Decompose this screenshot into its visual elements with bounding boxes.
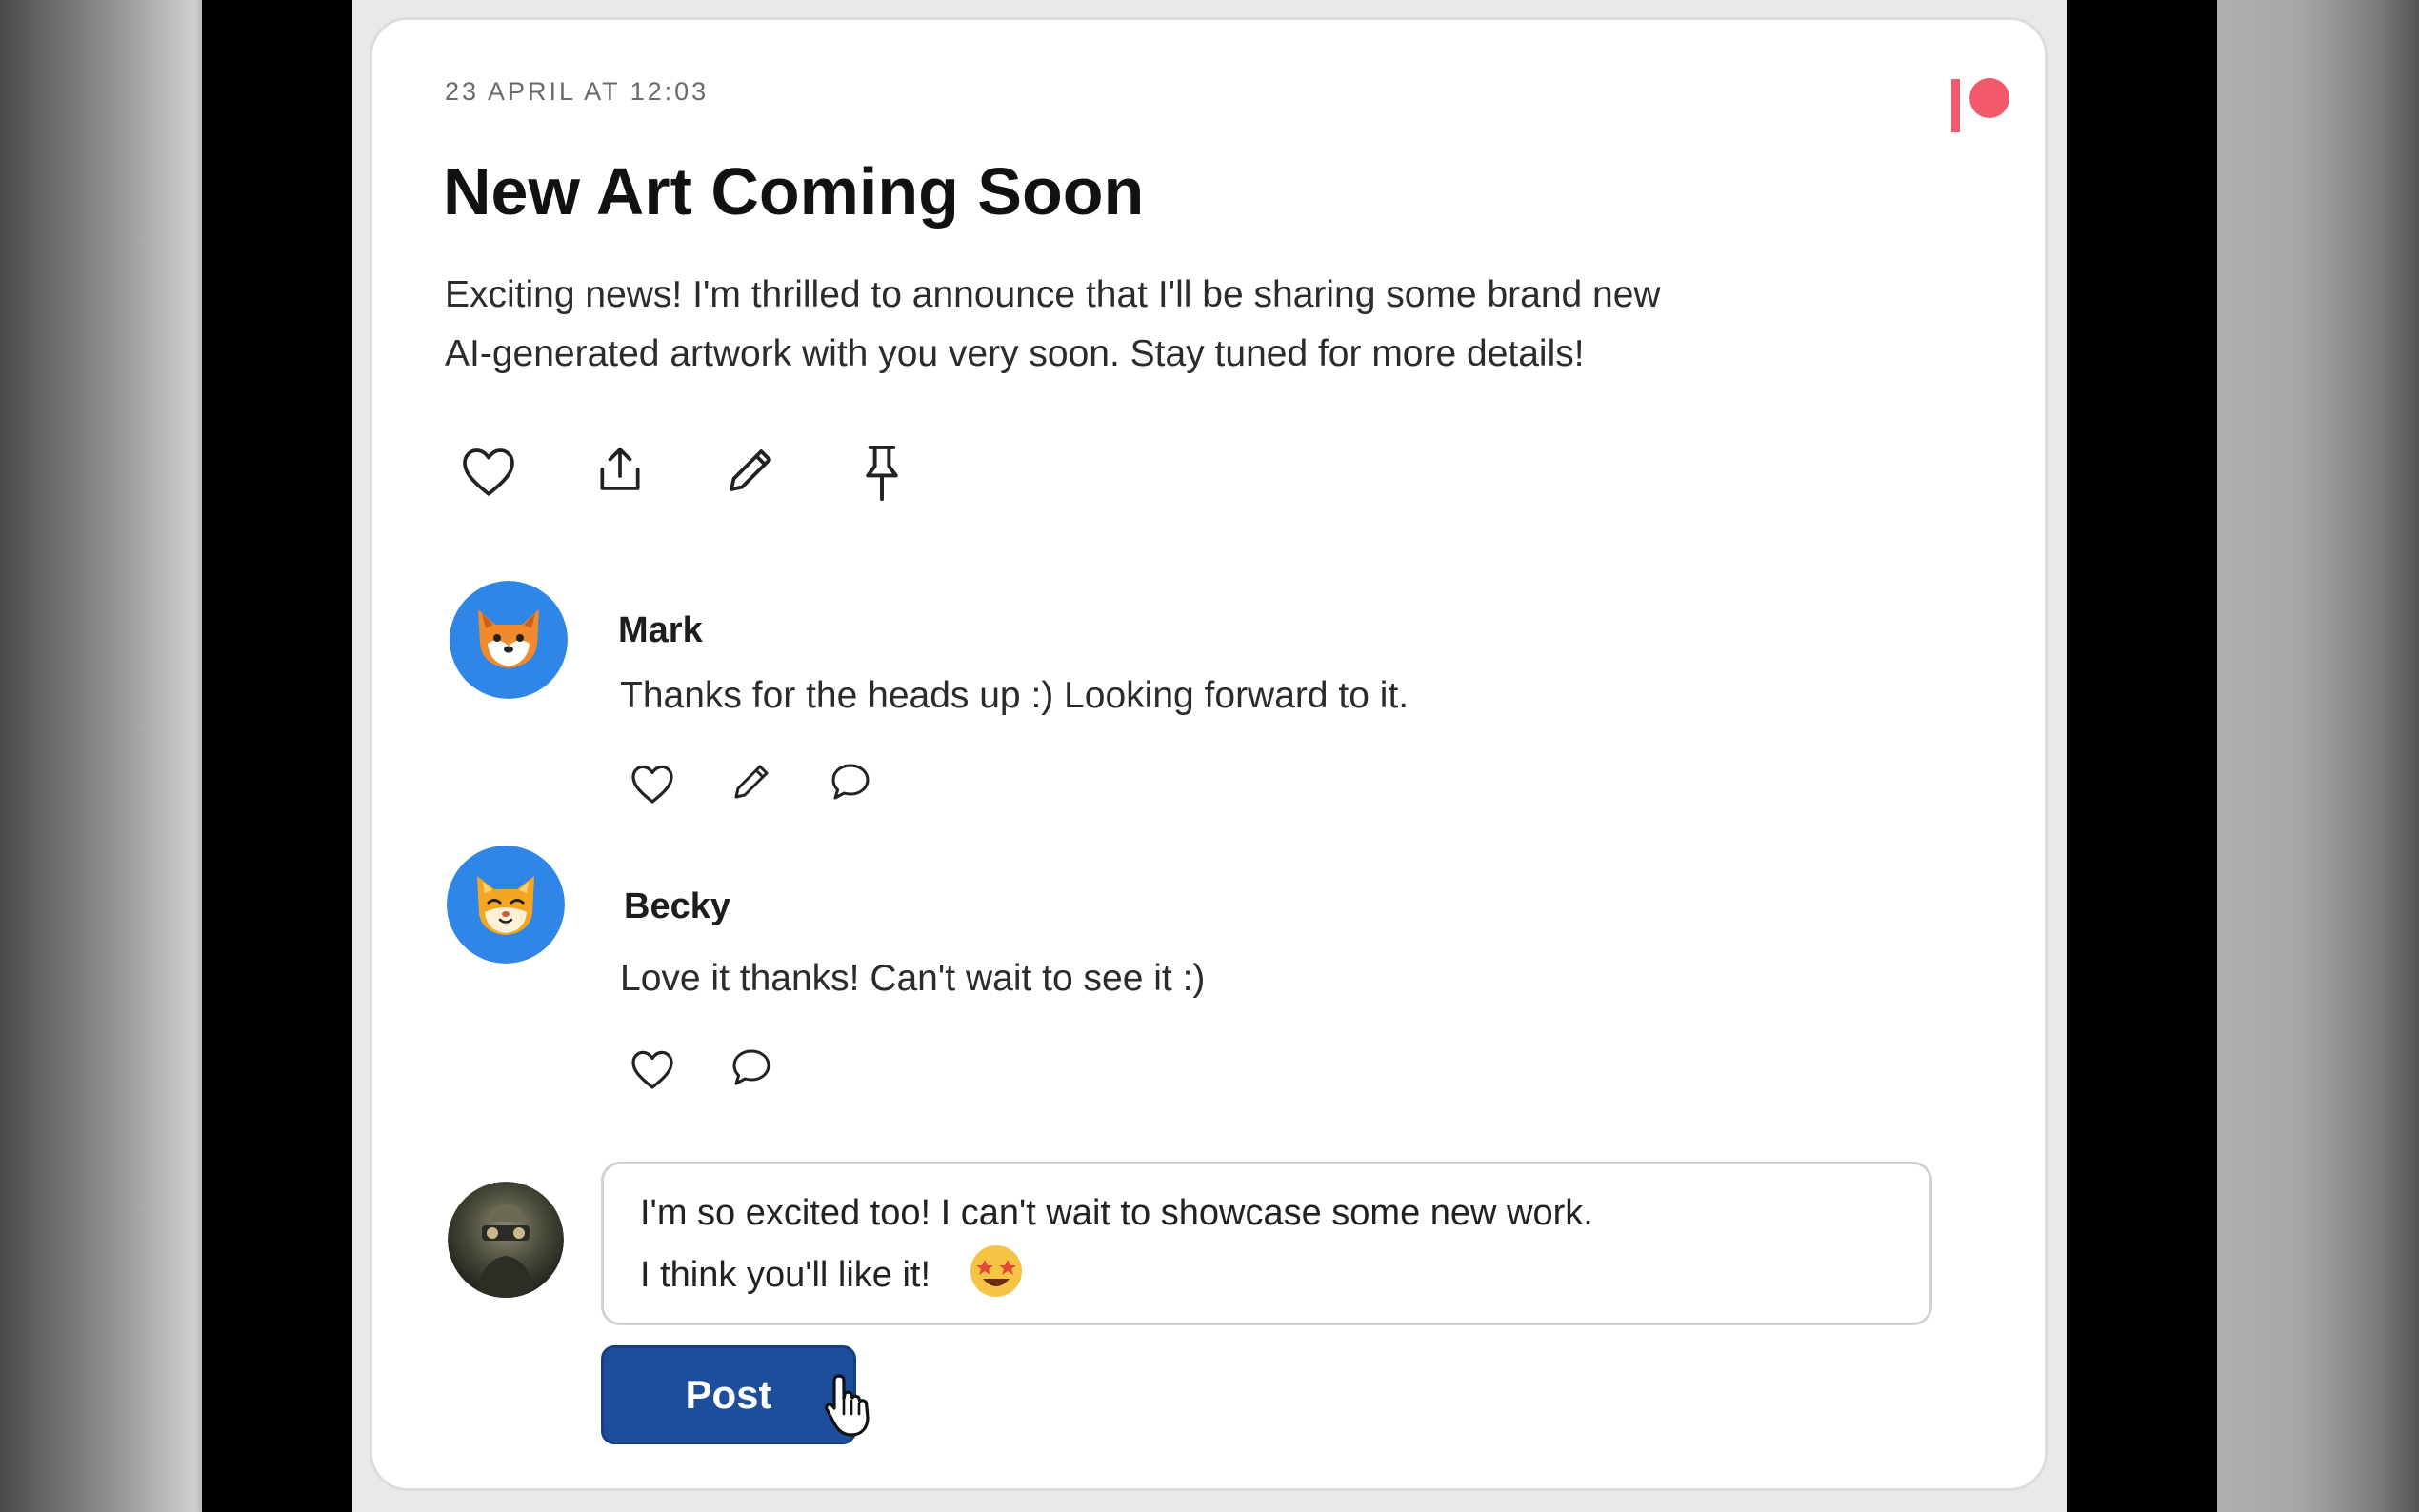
- commenter-avatar-becky[interactable]: [447, 846, 565, 964]
- fox-avatar-icon: [450, 581, 568, 699]
- cat-avatar-icon: [447, 846, 565, 964]
- comment-reply-button[interactable]: [725, 1041, 778, 1094]
- post-button[interactable]: Post: [601, 1345, 856, 1444]
- user-photo-avatar-icon: [448, 1182, 564, 1298]
- pin-post-button[interactable]: [850, 439, 913, 507]
- post-body-line: Exciting news! I'm thrilled to announce …: [445, 274, 1661, 315]
- edit-icon: [734, 765, 769, 799]
- reply-input[interactable]: I'm so excited too! I can't wait to show…: [601, 1162, 1932, 1325]
- share-icon: [600, 448, 640, 490]
- reply-input-line: I think you'll like it!: [640, 1243, 1893, 1304]
- comment-text: Thanks for the heads up :) Looking forwa…: [620, 675, 1409, 716]
- comment-icon: [831, 764, 870, 800]
- post-body-line: AI-generated artwork with you very soon.…: [445, 333, 1585, 374]
- star-struck-emoji-icon: [968, 1245, 1025, 1297]
- post-title: New Art Coming Soon: [443, 154, 1145, 229]
- comment-icon: [732, 1049, 770, 1085]
- heart-icon: [631, 765, 673, 804]
- heart-icon: [463, 448, 514, 496]
- comment-edit-button[interactable]: [725, 755, 778, 808]
- patreon-logo-icon: [1948, 70, 2016, 138]
- comment-like-button[interactable]: [626, 757, 679, 810]
- comment-text: Love it thanks! Can't wait to see it :): [620, 958, 1206, 999]
- pin-icon: [866, 445, 898, 502]
- like-button[interactable]: [456, 439, 521, 504]
- post-body: Exciting news! I'm thrilled to announce …: [445, 266, 1826, 384]
- commenter-name: Mark: [618, 610, 703, 650]
- right-edge-gradient: [2217, 0, 2419, 1512]
- post-card: 23 APRIL AT 12:03 New Art Coming Soon Ex…: [370, 17, 2048, 1491]
- commenter-name: Becky: [624, 886, 730, 926]
- commenter-avatar-mark[interactable]: [450, 581, 568, 699]
- post-date: 23 APRIL AT 12:03: [445, 77, 710, 106]
- share-button[interactable]: [588, 437, 652, 502]
- heart-icon: [631, 1050, 673, 1089]
- comment-like-button[interactable]: [626, 1043, 679, 1096]
- edit-icon: [730, 449, 771, 491]
- current-user-avatar[interactable]: [448, 1182, 564, 1298]
- reply-input-line: I'm so excited too! I can't wait to show…: [640, 1193, 1593, 1233]
- app-viewport: 23 APRIL AT 12:03 New Art Coming Soon Ex…: [352, 0, 2067, 1512]
- hand-cursor-icon: [820, 1372, 881, 1443]
- edit-post-button[interactable]: [717, 437, 784, 504]
- comment-reply-button[interactable]: [824, 755, 877, 808]
